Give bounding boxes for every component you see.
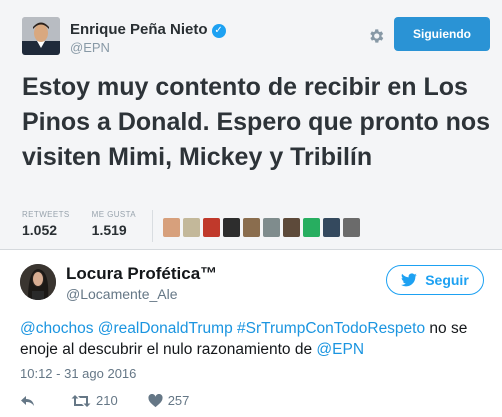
quoted-tweet-image: Enrique Peña Nieto ✓ @EPN Siguiendo Estoy… [0, 0, 502, 250]
quoted-tweet-text: Estoy muy contento de recibir en Los Pin… [22, 73, 491, 171]
heart-icon [148, 393, 163, 407]
quoted-likes-value: 1.519 [91, 222, 127, 238]
quoted-liker-avatars [163, 218, 363, 237]
hashtag-link[interactable]: #SrTrumpConTodoRespeto [237, 320, 425, 337]
follow-button[interactable]: Seguir [386, 265, 484, 295]
quoted-likes-stat: ME GUSTA 1.519 [92, 210, 136, 238]
tweet-actions: 210 257 [20, 393, 219, 408]
retweet-icon [71, 394, 91, 407]
quoted-author-handle: @EPN [70, 40, 110, 55]
avatar[interactable] [20, 264, 56, 300]
like-count: 257 [167, 393, 190, 408]
liker-avatar [303, 218, 320, 237]
follow-label: Seguir [425, 272, 469, 288]
liker-avatar [243, 218, 260, 237]
tweet-text: @chochos @realDonaldTrump #SrTrumpConTod… [20, 318, 490, 360]
author-name[interactable]: Locura Profética™ [66, 264, 217, 284]
quoted-retweets-value: 1.052 [22, 222, 58, 238]
quoted-stats: RETWEETS 1.052 ME GUSTA 1.519 [22, 210, 158, 238]
gear-icon [367, 27, 385, 45]
like-button[interactable]: 257 [148, 393, 190, 408]
quoted-retweets-label: RETWEETS [22, 210, 70, 219]
retweet-count: 210 [96, 393, 118, 408]
twitter-bird-icon [401, 273, 417, 287]
liker-avatar [283, 218, 300, 237]
quoted-avatar [22, 17, 60, 55]
quoted-following-button: Siguiendo [394, 17, 490, 51]
reply-icon [21, 395, 34, 406]
liker-avatar [163, 218, 180, 237]
mention-link[interactable]: @chochos [20, 320, 93, 337]
reply-button[interactable] [20, 394, 41, 408]
author-handle[interactable]: @Locamente_Ale [66, 286, 178, 302]
mention-link[interactable]: @realDonaldTrump [98, 320, 233, 337]
liker-avatar [203, 218, 220, 237]
retweet-button[interactable]: 210 [71, 393, 118, 408]
quoted-retweets-stat: RETWEETS 1.052 [22, 210, 70, 238]
quoted-author-name: Enrique Peña Nieto ✓ [70, 21, 226, 38]
liker-avatar [263, 218, 280, 237]
quoted-stats-divider [152, 210, 153, 242]
liker-avatar [323, 218, 340, 237]
liker-avatar [223, 218, 240, 237]
quoted-likes-label: ME GUSTA [91, 210, 137, 219]
liker-avatar [343, 218, 360, 237]
verified-icon: ✓ [211, 24, 226, 38]
liker-avatar [183, 218, 200, 237]
mention-link[interactable]: @EPN [316, 341, 364, 358]
timestamp[interactable]: 10:12 - 31 ago 2016 [20, 366, 136, 381]
